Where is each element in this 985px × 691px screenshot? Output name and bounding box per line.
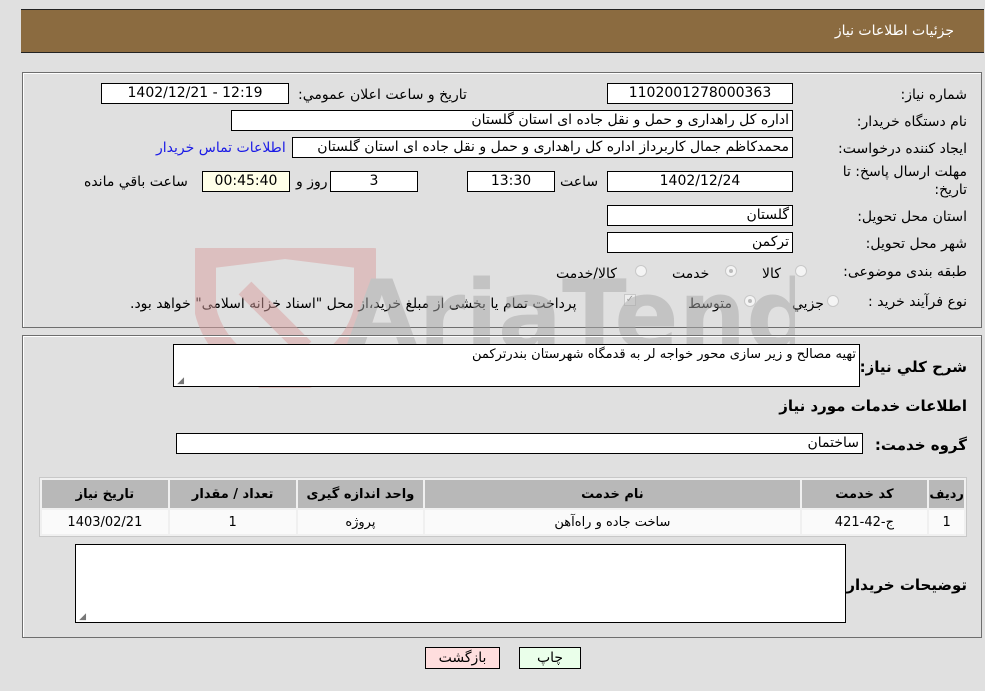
announce-datetime-label: تاریخ و ساعت اعلان عمومي: <box>298 87 467 103</box>
cell-service-name: ساخت جاده و راه‌آهن <box>425 510 800 534</box>
table-header-row: ردیف کد خدمت نام خدمت واحد اندازه گیری ت… <box>42 480 964 508</box>
treasury-checkbox[interactable]: ✓ <box>624 294 636 306</box>
need-number-label: شماره نیاز: <box>900 87 968 103</box>
cell-quantity: 1 <box>169 510 296 534</box>
col-service-name: نام خدمت <box>425 480 800 508</box>
cell-service-code: ج-42-421 <box>801 510 928 534</box>
deadline-label: مهلت ارسال پاسخ: تا تاریخ: <box>842 164 967 198</box>
description-label: شرح کلي نیاز: <box>859 358 967 376</box>
purchase-type-label: نوع فرآیند خرید : <box>868 294 967 310</box>
deadline-date-field: 1402/12/24 <box>607 171 793 192</box>
cell-need-date: 1403/02/21 <box>42 510 168 534</box>
remaining-days-field: 3 <box>330 171 418 192</box>
buyer-notes-label: توضیحات خریدار: <box>840 576 967 594</box>
page-title: جزئیات اطلاعات نیاز <box>834 23 954 39</box>
service-group-label: گروه خدمت: <box>874 436 967 454</box>
page-header: جزئیات اطلاعات نیاز <box>21 9 984 53</box>
category-radio-service[interactable] <box>725 265 737 277</box>
treasury-note: پرداخت تمام یا بخشی از مبلغ خرید،از محل … <box>130 296 577 312</box>
delivery-city-field: ترکمن <box>607 232 793 253</box>
category-option-goods-service: کالا/خدمت <box>556 266 617 282</box>
remaining-time-field: 00:45:40 <box>202 171 290 192</box>
delivery-city-label: شهر محل تحویل: <box>865 236 967 252</box>
deadline-time-label: ساعت <box>560 174 599 190</box>
announce-datetime-field: 1402/12/21 - 12:19 <box>101 83 289 104</box>
col-row-number: ردیف <box>929 480 964 508</box>
category-option-goods: کالا <box>762 266 781 282</box>
category-radio-goods[interactable] <box>795 265 807 277</box>
col-service-code: کد خدمت <box>801 480 928 508</box>
purchase-type-option-minor: جزيي <box>792 296 824 312</box>
deadline-time-field: 13:30 <box>467 171 555 192</box>
purchase-type-radio-minor[interactable] <box>827 295 839 307</box>
requester-label: ایجاد کننده درخواست: <box>838 141 967 157</box>
print-button[interactable]: چاپ <box>519 647 581 669</box>
buyer-contact-link[interactable]: اطلاعات تماس خریدار <box>156 140 286 156</box>
col-unit: واحد اندازه گیری <box>297 480 424 508</box>
category-radio-goods-service[interactable] <box>635 265 647 277</box>
category-option-service: خدمت <box>672 266 710 282</box>
services-table: ردیف کد خدمت نام خدمت واحد اندازه گیری ت… <box>39 477 967 537</box>
remaining-time-label: ساعت باقي مانده <box>84 174 188 190</box>
cell-unit: پروژه <box>297 510 424 534</box>
purchase-type-option-medium: متوسط <box>688 296 732 312</box>
description-text: تهیه مصالح و زیر سازی محور خواجه لر به ق… <box>472 347 856 362</box>
cell-row-number: 1 <box>929 510 964 534</box>
resize-grip-icon[interactable]: ◢ <box>78 613 86 622</box>
purchase-type-radio-medium[interactable] <box>744 295 756 307</box>
buyer-org-label: نام دستگاه خریدار: <box>856 114 967 130</box>
services-heading: اطلاعات خدمات مورد نیاز <box>779 397 967 415</box>
days-label: روز و <box>296 174 328 190</box>
buyer-org-field: اداره کل راهداری و حمل و نقل جاده ای است… <box>231 110 793 131</box>
table-row: 1 ج-42-421 ساخت جاده و راه‌آهن پروژه 1 1… <box>42 510 964 534</box>
description-textarea[interactable]: تهیه مصالح و زیر سازی محور خواجه لر به ق… <box>173 344 860 387</box>
delivery-province-field: گلستان <box>607 205 793 226</box>
service-group-field: ساختمان <box>176 433 863 454</box>
need-number-field: 1102001278000363 <box>607 83 793 104</box>
requester-field: محمدکاظم جمال کاربرداز اداره کل راهداری … <box>292 137 793 158</box>
buyer-notes-textarea[interactable]: ◢ <box>75 544 846 623</box>
category-label: طبقه بندی موضوعی: <box>843 264 967 280</box>
delivery-province-label: استان محل تحویل: <box>857 209 967 225</box>
resize-grip-icon[interactable]: ◢ <box>176 377 184 386</box>
col-need-date: تاریخ نیاز <box>42 480 168 508</box>
col-quantity: تعداد / مقدار <box>169 480 296 508</box>
back-button[interactable]: بازگشت <box>425 647 500 669</box>
